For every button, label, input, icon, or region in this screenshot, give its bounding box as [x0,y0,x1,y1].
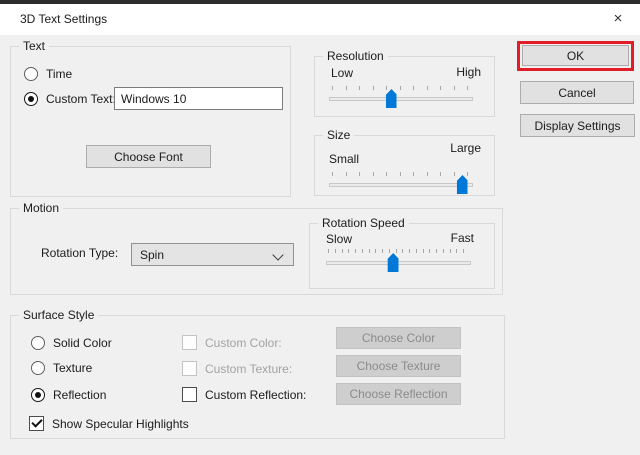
size-group: Size Small Large [314,128,495,196]
choose-reflection-button: Choose Reflection [336,383,461,405]
window-title: 3D Text Settings [20,12,108,26]
resolution-group-label: Resolution [323,49,388,64]
rotation-speed-max-label: Fast [450,231,474,245]
choose-font-button[interactable]: Choose Font [86,145,211,168]
text-group-label: Text [19,39,50,54]
time-radio[interactable] [24,66,38,81]
surface-style-group: Surface Style Solid Color Texture Reflec… [10,308,505,439]
choose-color-button: Choose Color [336,327,461,349]
rotation-type-label: Rotation Type: [41,245,119,260]
close-icon[interactable]: × [598,4,638,35]
custom-texture-checkbox-row: Custom Texture: [182,361,292,376]
resolution-group: Resolution Low High [314,49,495,117]
size-max-label: Large [450,141,481,155]
solid-color-radio[interactable] [31,335,45,350]
rotation-speed-min-label: Slow [326,232,353,246]
reflection-radio[interactable] [31,387,45,402]
solid-color-radio-row[interactable]: Solid Color [31,335,112,350]
custom-color-checkbox-row: Custom Color: [182,335,282,350]
rotation-speed-group: Rotation Speed Slow Fast [309,216,495,289]
surface-style-group-label: Surface Style [19,308,99,323]
rotation-type-value: Spin [140,247,165,262]
time-radio-label: Time [46,66,73,81]
3d-text-settings-dialog: 3D Text Settings × Text Time Custom Text… [0,0,640,455]
reflection-radio-row[interactable]: Reflection [31,387,106,402]
show-specular-highlights-row[interactable]: Show Specular Highlights [29,416,189,431]
resolution-max-label: High [456,65,481,79]
size-slider-thumb[interactable] [456,175,468,194]
motion-group-label: Motion [19,201,64,216]
time-radio-row[interactable]: Time [24,66,72,81]
rotation-speed-group-label: Rotation Speed [318,216,409,231]
custom-color-checkbox [182,335,197,350]
show-specular-highlights-checkbox[interactable] [29,416,44,431]
size-min-label: Small [329,152,360,166]
rotation-speed-slider-thumb[interactable] [387,253,399,272]
resolution-min-label: Low [331,66,354,80]
texture-radio-row[interactable]: Texture [31,360,92,375]
choose-texture-button: Choose Texture [336,355,461,377]
rotation-type-dropdown[interactable]: Spin [131,243,294,266]
ok-button[interactable]: OK [522,45,629,66]
custom-text-radio[interactable] [24,91,38,106]
custom-text-radio-label: Custom Text: [46,91,116,106]
size-group-label: Size [323,128,355,143]
cancel-button[interactable]: Cancel [520,81,634,104]
custom-text-radio-row[interactable]: Custom Text: [24,91,116,106]
custom-texture-checkbox [182,361,197,376]
texture-radio[interactable] [31,360,45,375]
chevron-down-icon [272,249,284,261]
custom-reflection-checkbox[interactable] [182,387,197,402]
custom-text-input[interactable]: Windows 10 [114,87,283,110]
custom-reflection-checkbox-row[interactable]: Custom Reflection: [182,387,306,402]
text-group: Text Time Custom Text: Windows 10 Choose… [10,39,291,197]
custom-text-value: Windows 10 [121,91,187,106]
display-settings-button[interactable]: Display Settings [520,114,635,137]
titlebar[interactable]: 3D Text Settings × [0,4,640,35]
resolution-slider-thumb[interactable] [385,89,397,108]
